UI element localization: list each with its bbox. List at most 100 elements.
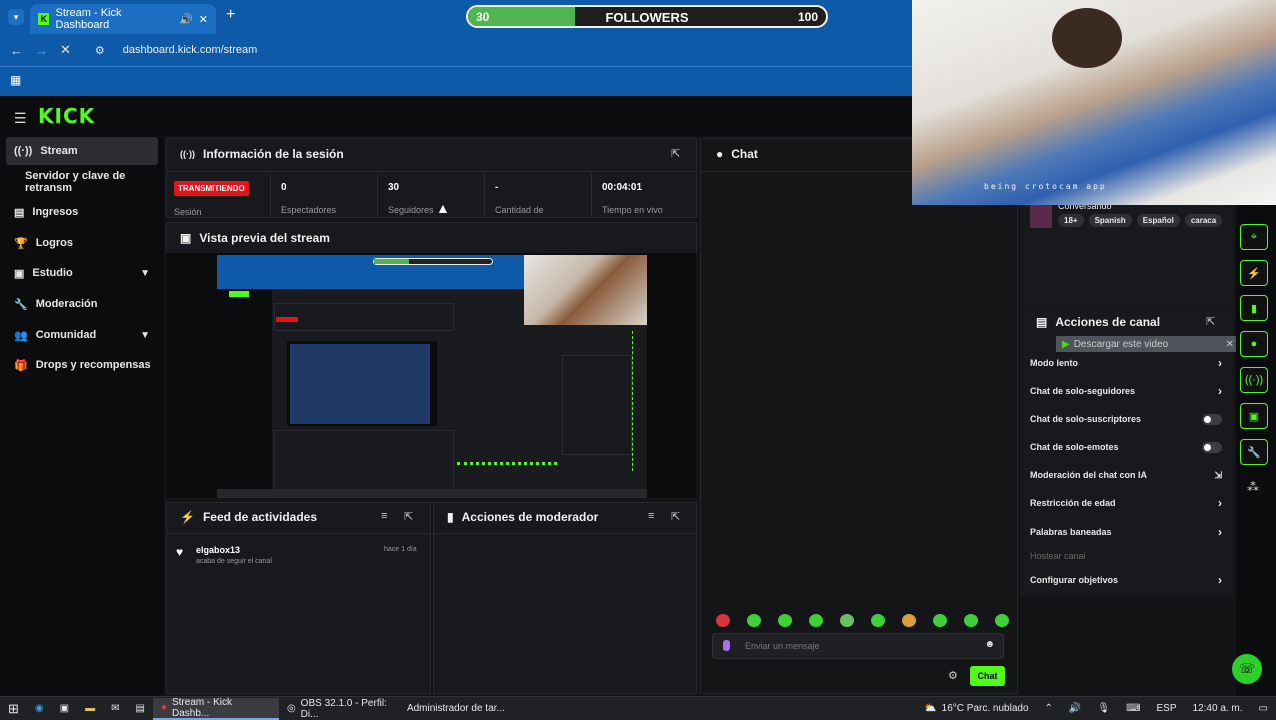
rail-share-icon[interactable]: ⁂ — [1247, 480, 1259, 494]
download-overlay-text: Descargar este video — [1073, 338, 1169, 350]
sidebar-item-logros[interactable]: 🏆 Logros — [6, 229, 158, 257]
rail-video-icon[interactable]: ▣ — [1240, 403, 1268, 429]
taskbar-app-obs[interactable]: ◎ OBS 32.1.0 - Perfil: Di... — [279, 698, 399, 720]
url-text[interactable]: dashboard.kick.com/stream — [123, 44, 258, 56]
preview-nested-logo — [229, 291, 249, 297]
toggle-switch[interactable] — [1202, 413, 1222, 425]
close-icon[interactable]: ✕ — [1226, 339, 1234, 350]
browser-tab-bar: ▾ K Stream - Kick Dashboard 🔊 ✕ + 30 FOL… — [0, 0, 912, 34]
session-label: Sesión — [174, 207, 202, 217]
popout-icon[interactable]: ⇱ — [671, 510, 680, 523]
toggle-switch[interactable] — [1202, 441, 1222, 453]
notifications-icon[interactable]: ▭ — [1251, 698, 1276, 720]
filter-icon[interactable]: ≡ — [648, 510, 654, 522]
taskbar-app-chrome[interactable]: ● Stream - Kick Dashb... — [152, 697, 279, 720]
action-configure-goals[interactable]: Configurar objetivos › — [1030, 572, 1222, 588]
mod-actions-title-text: Acciones de moderador — [461, 510, 599, 524]
rail-target-icon[interactable]: ⌖ — [1240, 224, 1268, 250]
stream-preview[interactable] — [166, 253, 696, 498]
calculator-icon[interactable]: ▤ — [127, 698, 152, 720]
folder-icon[interactable]: ▬ — [77, 698, 103, 720]
rail-broadcast-icon[interactable]: ((·)) — [1240, 367, 1268, 393]
studio-icon: ▣ — [14, 267, 25, 280]
emote-icon[interactable] — [995, 614, 1009, 627]
popout-icon[interactable]: ⇱ — [404, 510, 413, 523]
activity-user[interactable]: elgabox13 — [196, 545, 240, 555]
menu-icon[interactable]: ☰ — [14, 110, 27, 127]
emote-icon[interactable] — [809, 614, 823, 627]
action-slow-mode[interactable]: Modo lento › — [1030, 355, 1222, 371]
language-indicator[interactable]: ESP — [1149, 698, 1185, 720]
new-tab-button[interactable]: + — [226, 6, 235, 24]
sidebar-item-server-key[interactable]: Servidor y clave de retransm — [6, 168, 166, 196]
activity-time: hace 1 día — [384, 546, 417, 553]
emote-icon[interactable] — [933, 614, 947, 627]
chevron-right-icon: › — [1218, 496, 1222, 510]
sidebar-item-estudio[interactable]: ▣ Estudio ▼ — [6, 259, 158, 287]
action-emotes-only[interactable]: Chat de solo-emotes — [1030, 439, 1222, 455]
sidebar-item-comunidad[interactable]: 👥 Comunidad ▼ — [6, 321, 158, 349]
rail-shield-icon[interactable]: ▮ — [1240, 295, 1268, 321]
kick-logo[interactable]: KICK — [38, 104, 95, 128]
download-video-overlay[interactable]: ▶ Descargar este video ✕ — [1056, 336, 1238, 352]
emote-icon[interactable] — [902, 614, 916, 627]
filter-icon[interactable]: ≡ — [381, 510, 387, 522]
emote-icon[interactable] — [747, 614, 761, 627]
weather-widget[interactable]: ⛅ 16°C Parc. nublado — [916, 698, 1036, 720]
divider — [591, 174, 592, 216]
emote-icon[interactable] — [716, 614, 730, 627]
forward-icon[interactable]: → — [35, 43, 48, 58]
sidebar-item-ingresos[interactable]: ▤ Ingresos — [6, 198, 158, 226]
sidebar-item-moderacion[interactable]: 🔧 Moderación — [6, 290, 158, 318]
tab-close-icon[interactable]: ✕ — [199, 13, 208, 26]
tag-chip[interactable]: Spanish — [1088, 214, 1132, 227]
clock[interactable]: 12:40 a. m. — [1185, 698, 1251, 720]
mail-icon[interactable]: ✉ — [103, 698, 127, 720]
taskbar-app-taskmgr[interactable]: Administrador de tar... — [399, 698, 519, 720]
popout-icon[interactable]: ⇱ — [671, 147, 680, 160]
settings-gear-icon[interactable]: ⚙ — [948, 669, 958, 682]
stop-icon[interactable]: ✕ — [60, 42, 71, 58]
action-banned-words[interactable]: Palabras baneadas › — [1030, 524, 1222, 540]
stat-label: Tiempo en vivo — [602, 205, 663, 215]
emote-icon[interactable] — [871, 614, 885, 627]
apps-grid-icon[interactable]: ▦ — [10, 73, 21, 87]
tab-list-chevron-icon[interactable]: ▾ — [8, 9, 24, 25]
action-age-restriction[interactable]: Restricción de edad › — [1030, 495, 1222, 511]
action-subscribers-only[interactable]: Chat de solo-suscriptores — [1030, 411, 1222, 427]
rail-lightning-icon[interactable]: ⚡ — [1240, 260, 1268, 286]
site-settings-icon[interactable]: ⚙ — [95, 44, 105, 57]
preview-nested-badge — [276, 317, 298, 322]
rail-wrench-icon[interactable]: 🔧 — [1240, 439, 1268, 465]
rail-chat-icon[interactable]: ● — [1240, 331, 1268, 357]
store-icon[interactable]: ▣ — [52, 698, 77, 720]
tag-chip[interactable]: Español — [1136, 214, 1180, 227]
tray-chevron-icon[interactable]: ⌃ — [1037, 698, 1061, 720]
emote-icon[interactable] — [778, 614, 792, 627]
windows-start-icon[interactable]: ⊞ — [0, 698, 27, 720]
emote-icon[interactable] — [840, 614, 854, 627]
browser-tab-kick[interactable]: K Stream - Kick Dashboard 🔊 ✕ — [30, 4, 216, 34]
chat-send-button[interactable]: Chat — [970, 666, 1005, 686]
action-followers-only[interactable]: Chat de solo-seguidores › — [1030, 383, 1222, 399]
help-chat-icon[interactable]: ☏ — [1232, 654, 1262, 684]
action-host-channel: Hostear canal — [1030, 548, 1222, 564]
back-icon[interactable]: ← — [10, 43, 23, 58]
stat-viewers: 0 Espectadores — [281, 182, 336, 215]
sidebar-item-drops[interactable]: 🎁 Drops y recompensas — [6, 351, 158, 379]
sidebar-item-stream[interactable]: ((·)) Stream — [6, 137, 158, 165]
action-ai-moderation[interactable]: Moderación del chat con IA ⇲ — [1030, 467, 1222, 483]
chat-input[interactable]: Enviar un mensaje ☻ — [712, 633, 1004, 659]
tab-audio-icon[interactable]: 🔊 — [179, 13, 193, 26]
tag-chip[interactable]: caraca — [1184, 214, 1223, 227]
emote-icon[interactable] — [964, 614, 978, 627]
popout-icon[interactable]: ⇱ — [1206, 315, 1215, 328]
gift-icon: 🎁 — [14, 359, 28, 372]
mic-icon[interactable]: 🎙 — [1089, 698, 1118, 720]
network-icon[interactable]: ⌨ — [1118, 698, 1148, 720]
category-thumbnail — [1030, 204, 1052, 228]
edge-icon[interactable]: ◉ — [27, 698, 52, 720]
tag-chip[interactable]: 18+ — [1058, 214, 1084, 227]
emoji-icon[interactable]: ☻ — [984, 639, 995, 650]
volume-icon[interactable]: 🔊 — [1061, 698, 1089, 720]
